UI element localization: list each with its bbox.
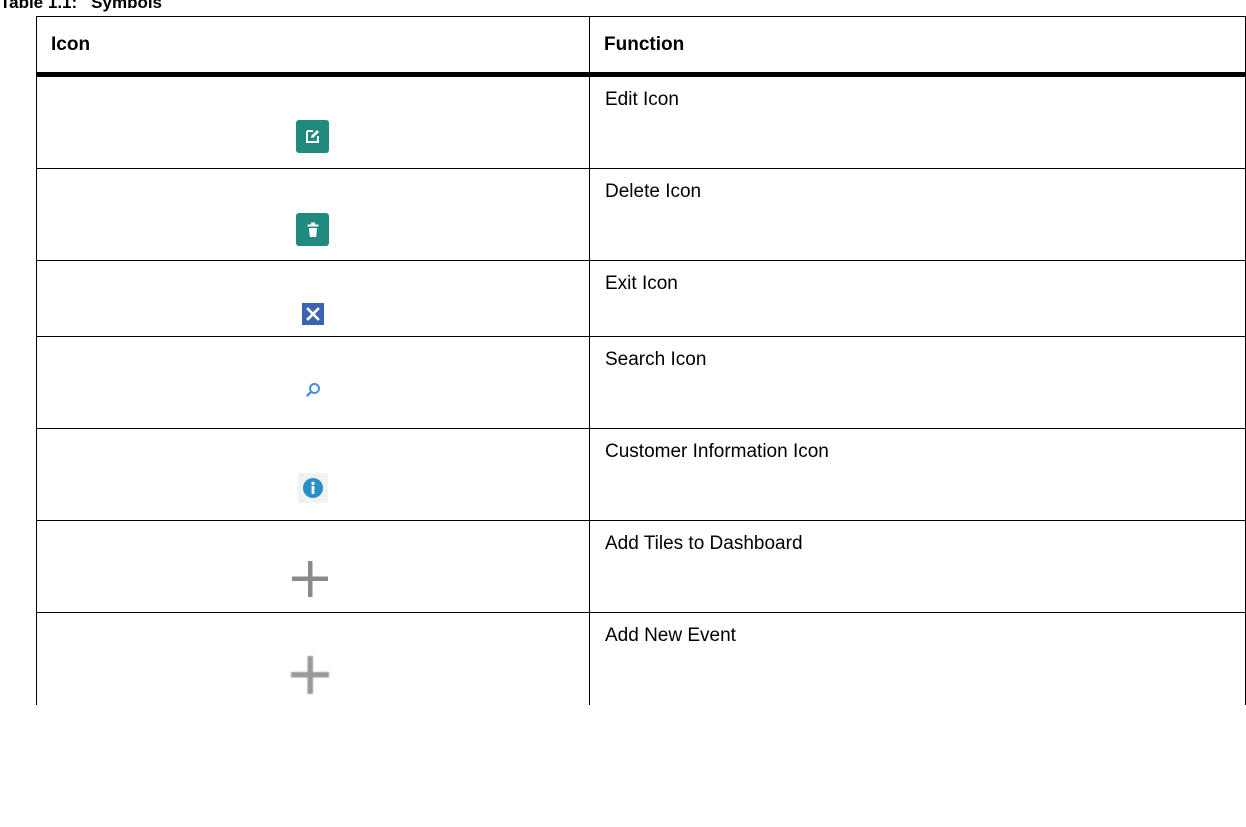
table-title: Symbols [91, 0, 163, 12]
exit-icon [302, 303, 324, 325]
table-number: Table 1.1: [0, 0, 78, 12]
symbols-table: Icon Function Edit Icon Delete Icon Exit… [36, 16, 1246, 705]
function-label: Edit Icon [605, 89, 679, 110]
table-row: Edit Icon [37, 77, 1246, 169]
function-cell: Add New Event [590, 613, 1246, 705]
function-cell: Search Icon [590, 337, 1246, 428]
icon-cell [37, 337, 590, 428]
icon-cell [37, 429, 590, 520]
function-cell: Exit Icon [590, 261, 1246, 336]
icon-cell [37, 261, 590, 336]
edit-icon [296, 120, 329, 153]
table-row: Delete Icon [37, 169, 1246, 261]
function-label: Search Icon [605, 349, 707, 370]
function-cell: Edit Icon [590, 77, 1246, 168]
table-row: Customer Information Icon [37, 429, 1246, 521]
table-caption: Table 1.1: Symbols [0, 0, 162, 13]
function-label: Exit Icon [605, 273, 678, 294]
column-header-icon: Icon [37, 17, 590, 72]
plus-icon [291, 656, 329, 694]
table-row: Exit Icon [37, 261, 1246, 337]
table-row: Add New Event [37, 613, 1246, 705]
function-cell: Delete Icon [590, 169, 1246, 260]
delete-icon [296, 213, 329, 246]
icon-cell [37, 169, 590, 260]
function-label: Delete Icon [605, 181, 702, 202]
icon-cell [37, 77, 590, 168]
info-icon [298, 473, 328, 503]
search-icon [304, 381, 322, 399]
function-label: Add Tiles to Dashboard [605, 533, 803, 554]
table-header-row: Icon Function [37, 17, 1246, 77]
plus-icon [292, 561, 328, 597]
table-row: Search Icon [37, 337, 1246, 429]
column-header-function: Function [590, 17, 1246, 72]
function-cell: Add Tiles to Dashboard [590, 521, 1246, 612]
table-row: Add Tiles to Dashboard [37, 521, 1246, 613]
icon-cell [37, 613, 590, 705]
function-label: Customer Information Icon [605, 441, 829, 462]
function-cell: Customer Information Icon [590, 429, 1246, 520]
function-label: Add New Event [605, 625, 736, 646]
icon-cell [37, 521, 590, 612]
